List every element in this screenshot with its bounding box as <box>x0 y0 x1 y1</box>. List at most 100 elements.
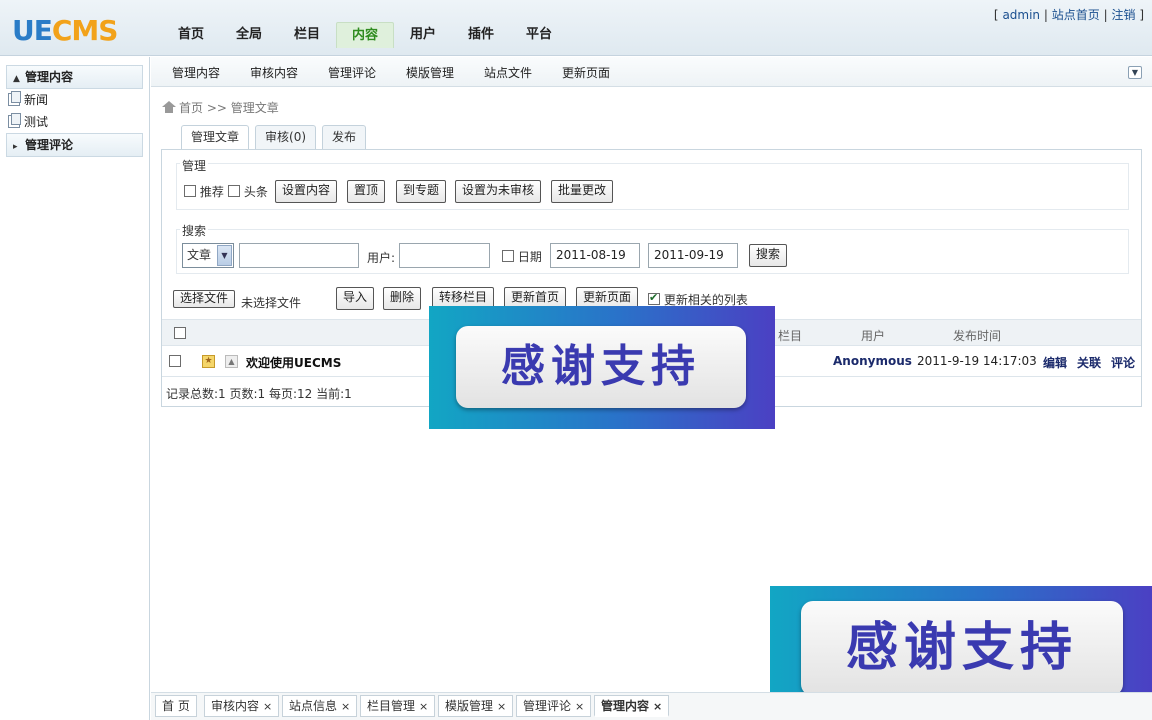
comment-link[interactable]: 评论 <box>1111 354 1135 371</box>
logo: UECMS <box>12 14 118 47</box>
row-checkbox[interactable] <box>169 355 181 367</box>
batch-change-button[interactable]: 批量更改 <box>551 180 614 203</box>
bottom-tab-site-info[interactable]: 站点信息 × <box>282 695 358 717</box>
content-tabs: 管理文章 审核(0) 发布 <box>181 125 372 150</box>
nav-home[interactable]: 首页 <box>162 22 220 48</box>
breadcrumb-current: 管理文章 <box>230 101 279 115</box>
subnav-template-manage[interactable]: 模版管理 <box>406 64 454 81</box>
tab-manage-articles[interactable]: 管理文章 <box>181 125 250 150</box>
set-unreviewed-button[interactable]: 设置为未审核 <box>455 180 542 203</box>
column-header-time: 发布时间 <box>953 329 1002 343</box>
column-header-user: 用户 <box>861 329 886 343</box>
date-checkbox[interactable] <box>502 250 514 262</box>
close-icon[interactable]: × <box>263 700 272 713</box>
document-icon <box>8 91 21 106</box>
bottom-tab-label: 管理评论 <box>523 699 572 713</box>
sidebar-item-news[interactable]: 新闻 <box>0 89 149 111</box>
breadcrumb-home[interactable]: 首页 <box>179 101 203 115</box>
choose-file-button[interactable]: 选择文件 <box>173 290 236 308</box>
top-links: [ admin | 站点首页 | 注销 ] <box>994 6 1144 23</box>
date-from-input[interactable]: 2011-08-19 <box>550 243 640 268</box>
chevron-down-icon: ▼ <box>217 245 232 266</box>
bottom-tabs: 首 页 审核内容 × 站点信息 × 栏目管理 × 模版管理 × 管理评论 × 管理内容 × <box>151 692 1152 720</box>
subnav-site-files[interactable]: 站点文件 <box>484 64 532 81</box>
tab-review[interactable]: 审核(0) <box>255 125 317 149</box>
search-button[interactable]: 搜索 <box>749 244 788 267</box>
bottom-tab-home[interactable]: 首 页 <box>155 695 197 717</box>
document-icon <box>8 113 21 128</box>
subnav-review-content[interactable]: 审核内容 <box>250 64 298 81</box>
sidebar-group-manage-content[interactable]: ▲ 管理内容 <box>6 65 143 89</box>
bottom-tab-review-content[interactable]: 审核内容 × <box>204 695 280 717</box>
select-all-checkbox[interactable] <box>174 327 186 339</box>
keyword-input[interactable] <box>239 243 359 268</box>
nav-platform[interactable]: 平台 <box>510 22 568 48</box>
user-link[interactable]: admin <box>1002 8 1040 22</box>
headline-label: 头条 <box>243 185 268 199</box>
nav-plugins[interactable]: 插件 <box>452 22 510 48</box>
bottom-tab-label: 模版管理 <box>445 699 494 713</box>
delete-button[interactable]: 删除 <box>383 287 422 310</box>
nav-content[interactable]: 内容 <box>336 22 394 48</box>
to-topic-button[interactable]: 到专题 <box>396 180 447 203</box>
sidebar-group-manage-comments[interactable]: ▸ 管理评论 <box>6 133 143 157</box>
link-relate-link[interactable]: 关联 <box>1077 354 1101 371</box>
no-file-label: 未选择文件 <box>241 296 302 310</box>
close-icon[interactable]: × <box>497 700 506 713</box>
sidebar-item-test[interactable]: 测试 <box>0 111 149 133</box>
date-to-input[interactable]: 2011-09-19 <box>648 243 738 268</box>
close-icon[interactable]: × <box>575 700 584 713</box>
type-select[interactable]: 文章 ▼ <box>182 243 234 268</box>
top-nav: 首页 全局 栏目 内容 用户 插件 平台 <box>162 22 568 48</box>
logo-ue: UE <box>12 14 53 47</box>
search-legend: 搜索 <box>180 222 209 239</box>
bottom-tab-manage-comments[interactable]: 管理评论 × <box>516 695 592 717</box>
star-icon[interactable]: ★ <box>202 355 215 368</box>
update-related-checkbox[interactable] <box>648 291 660 305</box>
headline-checkbox[interactable] <box>228 185 240 197</box>
article-time: 2011-9-19 14:17:03 <box>917 354 1037 368</box>
update-related-label: 更新相关的列表 <box>663 293 748 307</box>
sidebar: ▲ 管理内容 新闻 测试 ▸ 管理评论 <box>0 57 150 720</box>
recommend-checkbox[interactable] <box>184 185 196 197</box>
subnav-manage-content[interactable]: 管理内容 <box>172 64 220 81</box>
nav-users[interactable]: 用户 <box>394 22 452 48</box>
set-content-button[interactable]: 设置内容 <box>275 180 338 203</box>
subnav-update-pages[interactable]: 更新页面 <box>562 64 610 81</box>
site-home-link[interactable]: 站点首页 <box>1052 8 1100 22</box>
article-title[interactable]: 欢迎使用UECMS <box>246 354 341 371</box>
bottom-tab-manage-content[interactable]: 管理内容 × <box>594 695 670 717</box>
bottom-tab-label: 管理内容 <box>601 699 650 713</box>
user-label: 用户: <box>367 251 396 265</box>
close-icon[interactable]: × <box>341 700 350 713</box>
sidebar-group-label: 管理评论 <box>25 138 74 152</box>
logout-link[interactable]: 注销 <box>1111 8 1135 22</box>
nav-columns[interactable]: 栏目 <box>278 22 336 48</box>
close-icon[interactable]: × <box>419 700 428 713</box>
chevron-down-icon[interactable]: ▼ <box>1128 66 1142 79</box>
subnav-manage-comments[interactable]: 管理评论 <box>328 64 376 81</box>
thanks-banner-text: 感谢支持 <box>456 326 746 408</box>
close-icon[interactable]: × <box>653 700 662 713</box>
bottom-tab-label: 站点信息 <box>289 699 338 713</box>
edit-link[interactable]: 编辑 <box>1043 354 1067 371</box>
nav-global[interactable]: 全局 <box>220 22 278 48</box>
sidebar-group-label: 管理内容 <box>25 70 74 84</box>
triangle-down-icon: ▲ <box>13 74 20 84</box>
bottom-tab-template-manage[interactable]: 模版管理 × <box>438 695 514 717</box>
column-header-column: 栏目 <box>778 329 803 343</box>
home-icon <box>162 101 176 113</box>
user-input[interactable] <box>399 243 490 268</box>
record-stats: 记录总数:1 页数:1 每页:12 当前:1 <box>166 387 352 401</box>
recommend-option[interactable]: 推荐 <box>184 183 224 200</box>
date-option[interactable]: 日期 <box>502 248 542 265</box>
arrow-up-icon[interactable]: ▲ <box>225 355 238 368</box>
pin-top-button[interactable]: 置顶 <box>347 180 386 203</box>
headline-option[interactable]: 头条 <box>228 183 268 200</box>
import-button[interactable]: 导入 <box>336 287 375 310</box>
tab-publish[interactable]: 发布 <box>322 125 367 149</box>
header: UECMS 首页 全局 栏目 内容 用户 插件 平台 [ admin | 站点首… <box>0 0 1152 56</box>
bottom-tab-label: 栏目管理 <box>367 699 416 713</box>
article-user: Anonymous <box>833 354 912 368</box>
bottom-tab-column-manage[interactable]: 栏目管理 × <box>360 695 436 717</box>
